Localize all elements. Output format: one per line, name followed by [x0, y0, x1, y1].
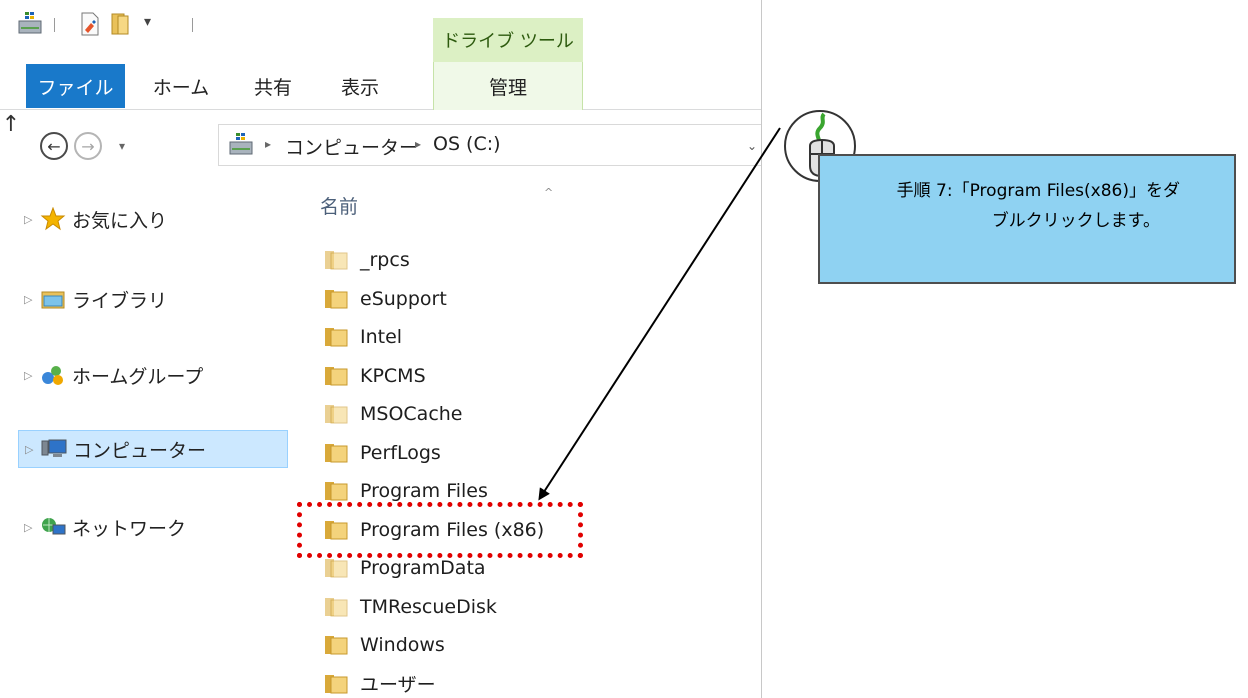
title-bar: ▾ ドライブ ツール	[0, 0, 761, 62]
file-list-item[interactable]: MSOCache	[324, 396, 624, 432]
address-dropdown-icon[interactable]: ⌄	[747, 139, 757, 153]
file-list-item[interactable]: ユーザー	[324, 666, 624, 698]
file-name: PerfLogs	[360, 441, 441, 464]
customize-dropdown-icon[interactable]: ▾	[144, 14, 158, 32]
forward-button[interactable]: →	[74, 132, 102, 160]
nav-item-favorites[interactable]: ▷ お気に入り	[18, 200, 288, 238]
nav-item-label: ライブラリ	[72, 289, 168, 312]
nav-item-homegroup[interactable]: ▷ ホームグループ	[18, 356, 288, 394]
folder-icon	[325, 597, 348, 616]
tab-view[interactable]: 表示	[314, 62, 406, 110]
tab-share[interactable]: 共有	[236, 62, 310, 110]
file-name: Windows	[360, 634, 445, 656]
tab-manage[interactable]: 管理	[433, 62, 583, 110]
folder-icon	[325, 366, 348, 385]
folder-icon	[325, 482, 348, 501]
highlight-box	[297, 502, 583, 558]
file-list-item[interactable]: Windows	[324, 627, 624, 663]
back-button[interactable]: ←	[40, 132, 68, 160]
folder-icon	[325, 289, 348, 308]
breadcrumb-computer[interactable]: コンピューター	[285, 133, 418, 160]
explorer-window: ▾ ドライブ ツール ファイル ホーム 共有 表示 管理 ← → ▾ ↑ ▸ コ…	[0, 0, 762, 698]
breadcrumb-separator-icon[interactable]: ▸	[415, 137, 421, 151]
nav-item-libraries[interactable]: ▷ ライブラリ	[18, 280, 288, 318]
file-list-item[interactable]: Intel	[324, 319, 624, 355]
file-list-item[interactable]: KPCMS	[324, 358, 624, 394]
drive-icon[interactable]	[18, 12, 42, 34]
callout-text-line-1: 手順 7:「Program Files(x86)」をダ	[896, 181, 1180, 201]
folder-icon	[325, 251, 348, 270]
file-name: TMRescueDisk	[360, 595, 497, 618]
tab-home[interactable]: ホーム	[135, 62, 227, 110]
folder-icon	[325, 443, 348, 462]
file-list-item[interactable]: PerfLogs	[324, 435, 624, 471]
file-name: ユーザー	[360, 674, 436, 696]
nav-item-network[interactable]: ▷ ネットワーク	[18, 508, 288, 546]
folder-icon	[325, 674, 348, 693]
star-icon	[40, 207, 66, 231]
expand-icon[interactable]: ▷	[24, 213, 40, 226]
file-list-item[interactable]: TMRescueDisk	[324, 589, 624, 625]
network-icon	[42, 518, 66, 535]
expand-icon[interactable]: ▷	[24, 293, 40, 306]
folder-icon	[325, 405, 348, 424]
callout-text-line-2: ブルクリックします。	[991, 211, 1160, 231]
drive-icon	[229, 133, 253, 155]
file-name: eSupport	[360, 287, 447, 310]
homegroup-icon	[42, 366, 63, 385]
drive-tools-context-header: ドライブ ツール	[433, 18, 583, 62]
folder-icon	[325, 328, 348, 347]
file-name: _rpcs	[360, 249, 410, 271]
expand-icon[interactable]: ▷	[24, 521, 40, 534]
file-name: MSOCache	[360, 403, 463, 425]
library-icon	[41, 291, 65, 309]
instruction-callout: 手順 7:「Program Files(x86)」をダ ブルクリックします。	[818, 154, 1236, 284]
navigation-pane: ▷ お気に入り ▷ ライブラリ ▷ ホームグループ ▷ コンピューター ▷ ネッ…	[0, 182, 300, 698]
address-bar-row: ← → ▾ ↑ ▸ コンピューター ▸ OS (C:) ⌄	[0, 110, 761, 182]
nav-item-label: お気に入り	[72, 209, 168, 232]
tab-file[interactable]: ファイル	[26, 64, 125, 108]
nav-item-computer[interactable]: ▷ コンピューター	[18, 430, 288, 468]
expand-icon[interactable]: ▷	[25, 443, 41, 456]
toolbar-separator	[192, 18, 193, 32]
properties-icon[interactable]	[80, 12, 100, 36]
file-list-item[interactable]: _rpcs	[324, 242, 624, 278]
breadcrumb-drive[interactable]: OS (C:)	[433, 133, 501, 155]
nav-item-label: コンピューター	[73, 439, 207, 462]
file-name: Intel	[360, 326, 403, 348]
nav-item-label: ホームグループ	[72, 365, 204, 388]
up-button[interactable]: ↑	[0, 110, 22, 138]
file-name: Program Files	[360, 480, 488, 502]
expand-icon[interactable]: ▷	[24, 369, 40, 382]
breadcrumb-separator-icon[interactable]: ▸	[265, 137, 271, 151]
file-name: KPCMS	[360, 364, 426, 387]
new-folder-icon[interactable]	[110, 12, 132, 36]
folder-icon	[325, 559, 348, 578]
file-name: ProgramData	[360, 557, 486, 579]
nav-item-label: ネットワーク	[72, 517, 187, 540]
address-field[interactable]: ▸ コンピューター ▸ OS (C:) ⌄	[218, 124, 761, 166]
folder-icon	[325, 636, 348, 655]
file-list: 名前 ^ _rpcs eSupport Intel KPCMS MSOCache Perf…	[300, 182, 761, 698]
toolbar-separator	[54, 18, 55, 32]
ribbon-tab-bar: ファイル ホーム 共有 表示 管理	[0, 62, 761, 110]
file-list-item[interactable]: eSupport	[324, 281, 624, 317]
column-header-name[interactable]: 名前	[320, 192, 358, 219]
sort-ascending-icon: ^	[544, 186, 554, 199]
recent-locations-button[interactable]: ▾	[114, 137, 130, 155]
computer-icon	[41, 439, 67, 457]
